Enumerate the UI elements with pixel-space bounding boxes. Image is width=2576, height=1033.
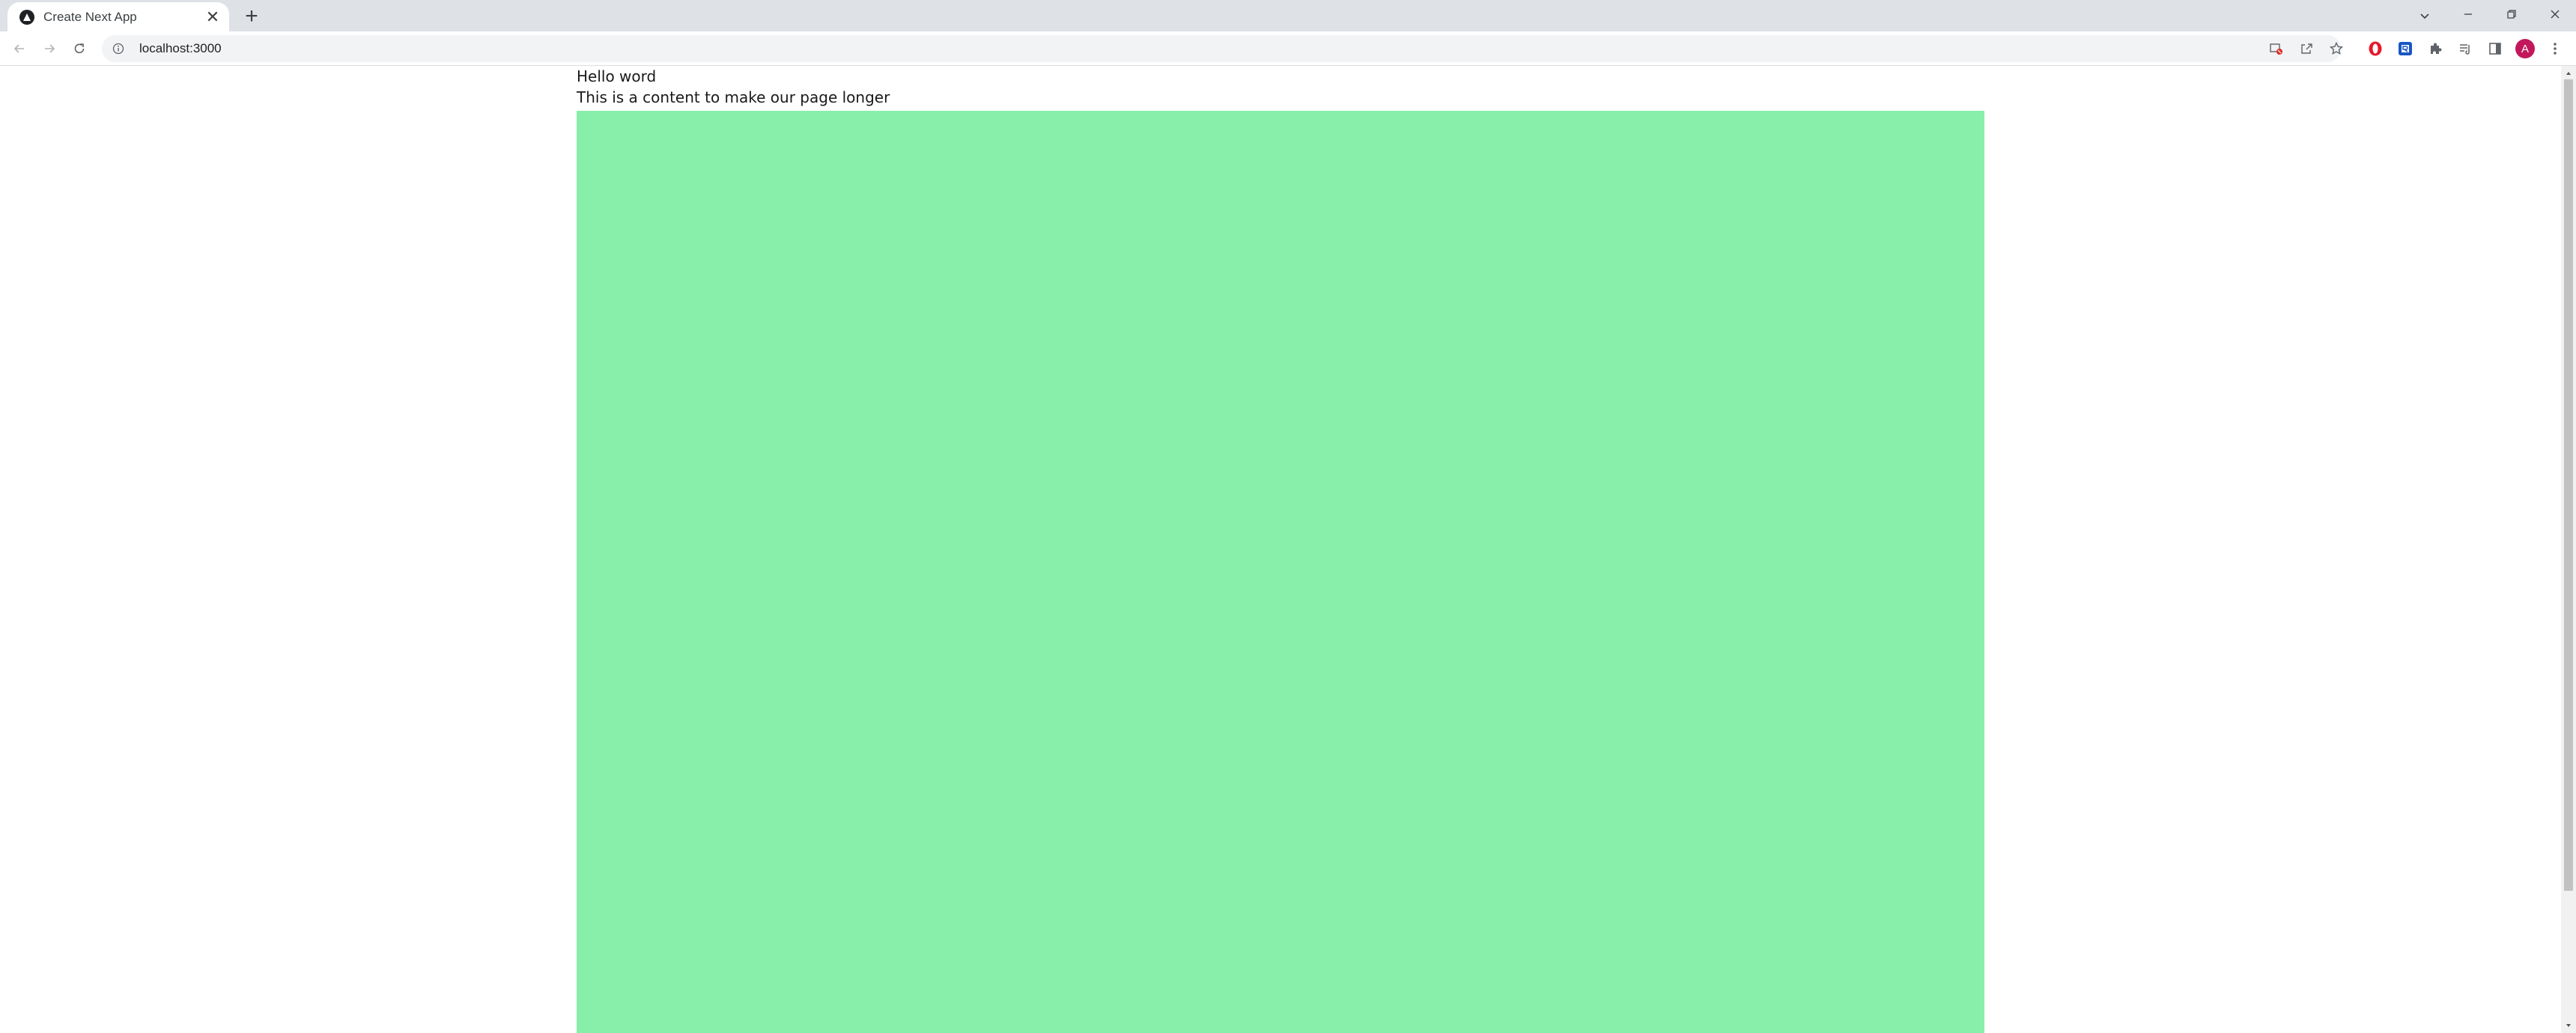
minimize-icon[interactable] [2447,0,2489,28]
scroll-thumb[interactable] [2564,79,2573,891]
tab-search-chevron-down-icon[interactable] [2413,4,2437,28]
hello-text: Hello word [577,67,657,85]
opera-extension-icon[interactable] [2363,37,2387,61]
blue-extension-icon[interactable] [2393,37,2417,61]
content-text: This is a content to make our page longe… [577,88,890,106]
side-panel-icon[interactable] [2483,37,2507,61]
nextjs-logo-icon [19,9,34,25]
tab-close-icon[interactable]: ✕ [202,7,223,28]
page-viewport: Hello word This is a content to make our… [0,66,2576,1033]
browser-window: Create Next App ✕ + localhost:3000 A Hel… [0,0,2576,1033]
browser-toolbar: localhost:3000 A [0,31,2576,66]
scroll-down-arrow-icon[interactable] [2561,1018,2576,1033]
kebab-menu-icon[interactable] [2543,37,2567,61]
forward-arrow-icon[interactable] [37,37,61,61]
site-info-icon[interactable] [111,41,126,56]
address-bar[interactable]: localhost:3000 [102,35,2344,62]
restore-icon[interactable] [2491,0,2533,28]
reading-list-icon[interactable] [2453,37,2477,61]
tab-create-next-app[interactable]: Create Next App ✕ [7,2,229,31]
extensions-puzzle-icon[interactable] [2423,37,2447,61]
reload-icon[interactable] [67,37,91,61]
profile-avatar[interactable]: A [2513,37,2537,61]
close-window-icon[interactable] [2534,0,2576,28]
url-text[interactable]: localhost:3000 [139,41,222,56]
new-tab-button[interactable]: + [240,4,264,28]
vertical-scrollbar[interactable] [2561,66,2576,1033]
tab-title: Create Next App [43,9,137,24]
bookmark-star-icon[interactable] [2324,37,2348,61]
avatar: A [2515,39,2535,58]
share-icon[interactable] [2294,37,2318,61]
green-content-box [577,111,1984,1033]
tab-strip: Create Next App ✕ + [0,0,2576,31]
back-arrow-icon[interactable] [7,37,31,61]
scroll-up-arrow-icon[interactable] [2561,66,2576,81]
blocked-popup-icon[interactable] [2264,37,2288,61]
